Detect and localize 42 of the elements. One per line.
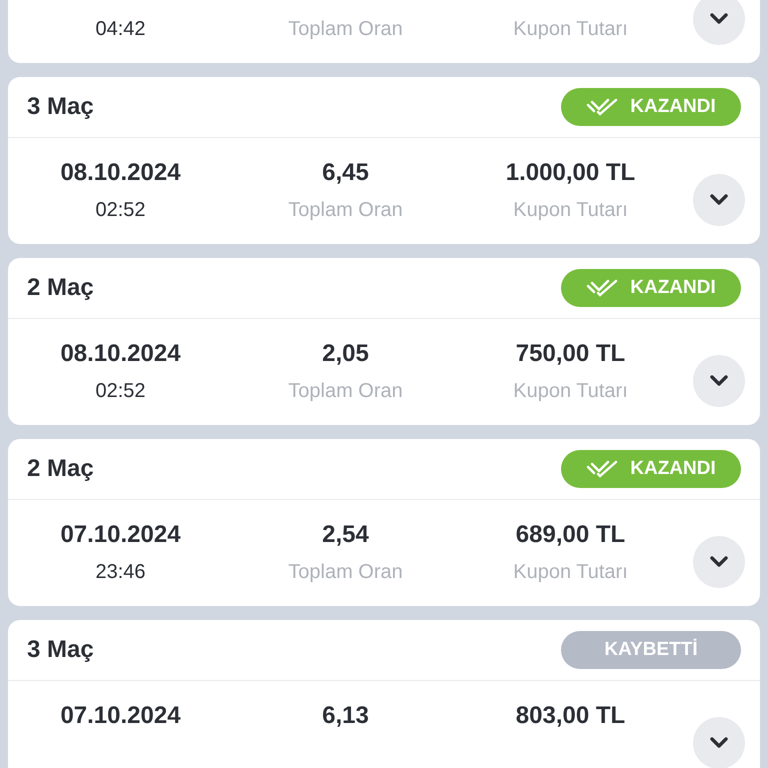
amount-label: Kupon Tutarı [513,380,628,404]
odds-label: Toplam Oran [288,380,403,404]
chevron-down-icon [710,375,728,387]
total-odds: 6,45 [322,159,369,187]
chevron-down-icon [710,194,728,206]
status-badge: KAZANDI [561,88,741,126]
expand-button[interactable] [693,536,745,588]
odds-label: Toplam Oran [288,561,403,585]
coupon-date: 08.10.2024 [60,159,181,187]
match-count: 2 Maç [27,274,94,302]
amount-label: Kupon Tutarı [513,561,628,585]
expand-button[interactable] [693,717,745,768]
coupon-amount: 1.000,00 TL [506,159,636,187]
chevron-down-icon [710,13,728,25]
status-badge: KAZANDI [561,269,741,307]
total-odds: 2,05 [322,340,369,368]
expand-button[interactable] [693,174,745,226]
chevron-down-icon [710,556,728,568]
chevron-down-icon [710,737,728,749]
coupon-date: 08.10.2024 [60,340,181,368]
coupon-date: 07.10.2024 [60,521,181,549]
total-odds: 6,13 [322,702,369,730]
coupon-amount: 750,00 TL [516,340,626,368]
odds-label: Toplam Oran [288,199,403,223]
coupon-date: 07.10.2024 [60,702,181,730]
match-count: 3 Maç [27,636,94,664]
coupon-time: 02:52 [95,199,146,223]
expand-button[interactable] [693,0,745,45]
coupon-time: 02:52 [95,380,146,404]
odds-label: Toplam Oran [288,18,403,42]
status-badge: KAYBETTİ [561,631,741,669]
status-badge: KAZANDI [561,450,741,488]
coupon-time: 04:42 [95,18,146,42]
coupon-amount: 689,00 TL [516,521,626,549]
amount-label: Kupon Tutarı [513,199,628,223]
amount-label: Kupon Tutarı [513,18,628,42]
coupon-amount: 803,00 TL [516,702,626,730]
match-count: 2 Maç [27,455,94,483]
match-count: 3 Maç [27,93,94,121]
coupon-time: 23:46 [95,561,146,585]
expand-button[interactable] [693,355,745,407]
total-odds: 2,54 [322,521,369,549]
